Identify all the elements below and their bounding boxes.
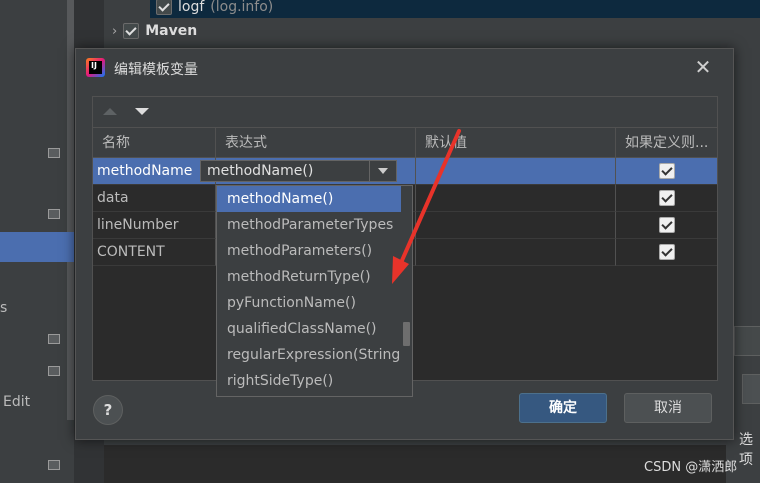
- expression-dropdown-list[interactable]: methodName() methodParameterTypes method…: [216, 185, 413, 397]
- variable-default-value[interactable]: [416, 212, 616, 239]
- table-toolbar: [92, 96, 718, 127]
- skip-if-defined-cell: [616, 239, 717, 266]
- file-icon: [48, 209, 60, 219]
- dropdown-scrollbar[interactable]: [401, 186, 412, 396]
- file-icon: [48, 366, 60, 376]
- tree-item-logf-hint: (log.info): [210, 0, 274, 15]
- column-header-default-value[interactable]: 默认值: [416, 128, 616, 157]
- dropdown-option[interactable]: pyFunctionName(): [217, 290, 401, 316]
- checkbox-icon[interactable]: [156, 0, 172, 15]
- tree-item-maven-label: Maven: [145, 23, 198, 39]
- column-header-name[interactable]: 名称: [93, 128, 216, 157]
- dropdown-option[interactable]: regularExpression(String: [217, 342, 401, 368]
- skip-if-defined-cell: [616, 212, 717, 239]
- skip-if-defined-cell: [616, 158, 717, 185]
- expression-combobox[interactable]: methodName(): [200, 160, 397, 182]
- skip-if-defined-checkbox[interactable]: [659, 190, 675, 206]
- variable-name: CONTENT: [93, 239, 216, 266]
- chevron-down-icon[interactable]: [369, 161, 396, 181]
- skip-if-defined-cell: [616, 185, 717, 212]
- variable-name: methodName: [93, 158, 216, 185]
- dropdown-option[interactable]: rightSideType(): [217, 368, 401, 394]
- variable-default-value[interactable]: [416, 158, 616, 185]
- variable-default-value[interactable]: [416, 185, 616, 212]
- dialog-title: 编辑模板变量: [114, 62, 198, 78]
- dropdown-scrollbar-thumb[interactable]: [403, 322, 410, 346]
- table-row[interactable]: methodName: [93, 158, 717, 185]
- dropdown-option[interactable]: methodReturnType(): [217, 264, 401, 290]
- watermark: CSDN @潇洒郎: [644, 460, 738, 475]
- side-text-edit[interactable]: Edit: [3, 394, 30, 410]
- file-icon: [48, 334, 60, 344]
- skip-if-defined-checkbox[interactable]: [659, 163, 675, 179]
- ok-button[interactable]: 确定: [519, 393, 607, 423]
- skip-if-defined-checkbox[interactable]: [659, 217, 675, 233]
- move-up-icon[interactable]: [103, 108, 117, 115]
- skip-if-defined-checkbox[interactable]: [659, 244, 675, 260]
- dropdown-option[interactable]: qualifiedClassName(): [217, 316, 401, 342]
- dropdown-option[interactable]: methodParameters(): [217, 238, 401, 264]
- intellij-logo-icon: IJ: [86, 58, 105, 77]
- help-button[interactable]: ?: [93, 395, 123, 425]
- tree-item-maven[interactable]: › Maven: [112, 20, 197, 42]
- move-down-icon[interactable]: [135, 108, 149, 115]
- close-icon[interactable]: ✕: [692, 57, 714, 79]
- expression-combobox-value[interactable]: methodName(): [207, 161, 313, 182]
- dialog-titlebar: IJ 编辑模板变量 ✕: [76, 49, 733, 87]
- editor-area: [104, 445, 726, 483]
- tree-item-logf-label: logf: [178, 0, 205, 15]
- dropdown-option[interactable]: methodName(): [217, 186, 401, 212]
- tree-item-logf[interactable]: logf (log.info): [156, 0, 273, 18]
- file-icon: [48, 460, 60, 470]
- options-label: 选项: [739, 432, 753, 468]
- column-header-expression[interactable]: 表达式: [216, 128, 416, 157]
- chevron-right-icon[interactable]: ›: [112, 24, 117, 39]
- table-header: 名称 表达式 默认值 如果定义则...: [93, 128, 717, 158]
- right-panel-field[interactable]: [734, 326, 760, 356]
- file-icon: [48, 148, 60, 158]
- column-header-skip-if-defined[interactable]: 如果定义则...: [616, 128, 717, 157]
- variable-default-value[interactable]: [416, 239, 616, 266]
- left-panel-selected-row[interactable]: [0, 232, 74, 262]
- edit-template-variables-dialog: IJ 编辑模板变量 ✕ 名称 表达式 默认值 如果定义则... methodNa…: [75, 48, 734, 440]
- variable-name: lineNumber: [93, 212, 216, 239]
- left-panel-scrollbar[interactable]: [67, 0, 74, 420]
- variable-name: data: [93, 185, 216, 212]
- dropdown-option[interactable]: methodParameterTypes: [217, 212, 401, 238]
- cancel-button[interactable]: 取消: [624, 393, 712, 423]
- side-text-s: s: [0, 300, 8, 316]
- right-panel-button[interactable]: [742, 374, 760, 404]
- checkbox-icon[interactable]: [123, 23, 140, 39]
